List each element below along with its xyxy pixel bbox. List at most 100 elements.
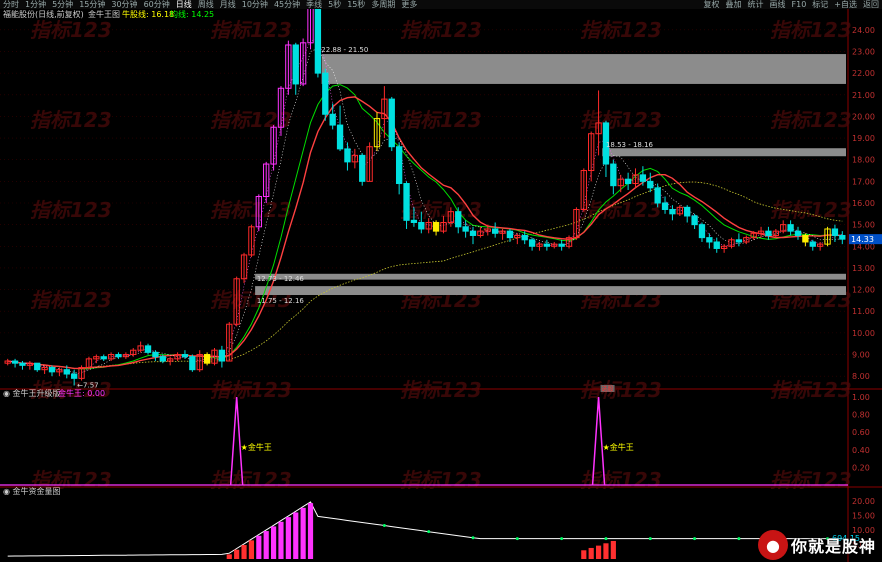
price-tick: 15.00 xyxy=(852,221,875,230)
candle-body xyxy=(48,367,56,373)
period-tab-14[interactable]: 多周期 xyxy=(368,0,398,9)
tool-button-1[interactable]: 叠加 xyxy=(723,0,745,9)
watermark-text: 指标123 xyxy=(210,198,292,222)
period-tab-4[interactable]: 30分钟 xyxy=(108,0,140,9)
candle-body xyxy=(432,221,440,232)
period-tab-2[interactable]: 5分钟 xyxy=(49,0,76,9)
sub1-tick: 0.60 xyxy=(852,428,870,437)
period-tab-0[interactable]: 分时 xyxy=(0,0,22,9)
candle-body xyxy=(19,362,26,366)
signal-label: ★金牛王 xyxy=(241,442,272,452)
sub2-tick: 20.00 xyxy=(852,497,875,506)
flow-dot xyxy=(382,524,386,528)
candle-body xyxy=(661,202,669,210)
candle-body xyxy=(292,44,299,85)
flow-bar xyxy=(256,535,262,559)
marker-label: 选股 xyxy=(602,385,614,393)
candle-body xyxy=(336,124,344,150)
brand-text: 你就是股神 xyxy=(790,537,876,556)
candle-body xyxy=(506,230,514,239)
price-tick: 24.00 xyxy=(852,26,875,35)
candle-body xyxy=(395,146,403,185)
price-tick: 23.00 xyxy=(852,47,875,56)
signal-label: ★金牛王 xyxy=(603,442,634,452)
price-tick: 9.00 xyxy=(852,351,870,360)
flow-dot xyxy=(604,537,608,541)
candle-body xyxy=(11,360,19,364)
candle-body xyxy=(314,9,322,74)
candle-body xyxy=(469,230,477,236)
candle-body xyxy=(809,241,816,247)
candle-body xyxy=(203,354,211,364)
kline-chart: 指标123 指标123 指标123 指标123 指标123 指标123 指标123 指标123… xyxy=(0,9,882,562)
tool-button-0[interactable]: 复权 xyxy=(701,0,723,9)
candle-body xyxy=(492,228,499,234)
watermark-text: 指标123 xyxy=(580,18,662,42)
period-tab-12[interactable]: 5秒 xyxy=(325,0,344,9)
candle-body xyxy=(765,230,772,236)
candle-body xyxy=(359,154,366,182)
candle-body xyxy=(329,113,336,126)
candle-body xyxy=(189,356,196,371)
period-tab-9[interactable]: 10分钟 xyxy=(239,0,271,9)
watermark-text: 指标123 xyxy=(580,198,662,222)
period-tab-15[interactable]: 更多 xyxy=(398,0,420,9)
candle-body xyxy=(698,224,706,239)
band4-label: 11.75 - 12.16 xyxy=(257,297,305,305)
price-tick: 11.00 xyxy=(852,307,875,316)
tool-button-5[interactable]: 标记 xyxy=(809,0,831,9)
main-legend: 牛股线: 16.18 xyxy=(122,9,174,19)
sub1-tick: 0.20 xyxy=(852,463,870,472)
flow-bar xyxy=(271,526,277,559)
tool-button-6[interactable]: +自选 xyxy=(831,0,860,9)
candle-body xyxy=(71,373,78,379)
period-tab-6[interactable]: 日线 xyxy=(173,0,195,9)
watermark-text: 指标123 xyxy=(210,18,292,42)
flow-dot xyxy=(515,537,519,541)
price-tick: 10.00 xyxy=(852,329,875,338)
candle-body xyxy=(344,148,351,163)
flow-bar xyxy=(241,545,247,559)
watermark-text: 指标123 xyxy=(30,18,112,42)
period-tab-3[interactable]: 15分钟 xyxy=(76,0,108,9)
tool-button-3[interactable]: 画线 xyxy=(767,0,789,9)
candle-body xyxy=(543,243,551,247)
tool-button-4[interactable]: F10 xyxy=(789,0,810,9)
flow-dot xyxy=(560,537,564,541)
low-label: ←7.57 xyxy=(77,381,98,389)
flow-bar xyxy=(293,512,299,559)
candle-body xyxy=(691,215,698,226)
flow-bar xyxy=(234,549,240,559)
indicator-name: 金牛王图 xyxy=(88,9,120,19)
period-tab-11[interactable]: 季线 xyxy=(303,0,325,9)
flow-bar xyxy=(610,540,616,559)
flow-bar xyxy=(581,550,587,559)
last-price-text: 14.33 xyxy=(851,235,874,244)
period-tab-13[interactable]: 15秒 xyxy=(344,0,368,9)
flow-dot xyxy=(427,530,431,534)
watermark-text: 指标123 xyxy=(770,108,852,132)
watermark-text: 指标123 xyxy=(210,468,292,492)
band2-label: 18.53 - 18.16 xyxy=(606,141,654,149)
tool-button-7[interactable]: 返回 xyxy=(860,0,882,9)
watermark-text: 指标123 xyxy=(30,288,112,312)
flow-bar xyxy=(226,554,232,559)
candle-body xyxy=(839,234,846,240)
candle-body xyxy=(403,183,410,221)
candle-body xyxy=(528,239,536,247)
tool-button-2[interactable]: 统计 xyxy=(745,0,767,9)
price-tick: 16.00 xyxy=(852,199,875,208)
period-tab-7[interactable]: 周线 xyxy=(195,0,217,9)
period-tab-10[interactable]: 45分钟 xyxy=(271,0,303,9)
price-tick: 18.00 xyxy=(852,156,875,165)
candle-body xyxy=(684,206,691,217)
support-band xyxy=(321,54,846,84)
candle-body xyxy=(639,174,647,182)
candle-body xyxy=(462,226,469,232)
period-tab-1[interactable]: 1分钟 xyxy=(22,0,49,9)
period-tab-8[interactable]: 月线 xyxy=(217,0,239,9)
watermark-text: 指标123 xyxy=(580,108,662,132)
main-legend: 均线: 14.25 xyxy=(170,9,214,19)
period-tab-5[interactable]: 60分钟 xyxy=(141,0,173,9)
flow-bar xyxy=(595,545,602,559)
